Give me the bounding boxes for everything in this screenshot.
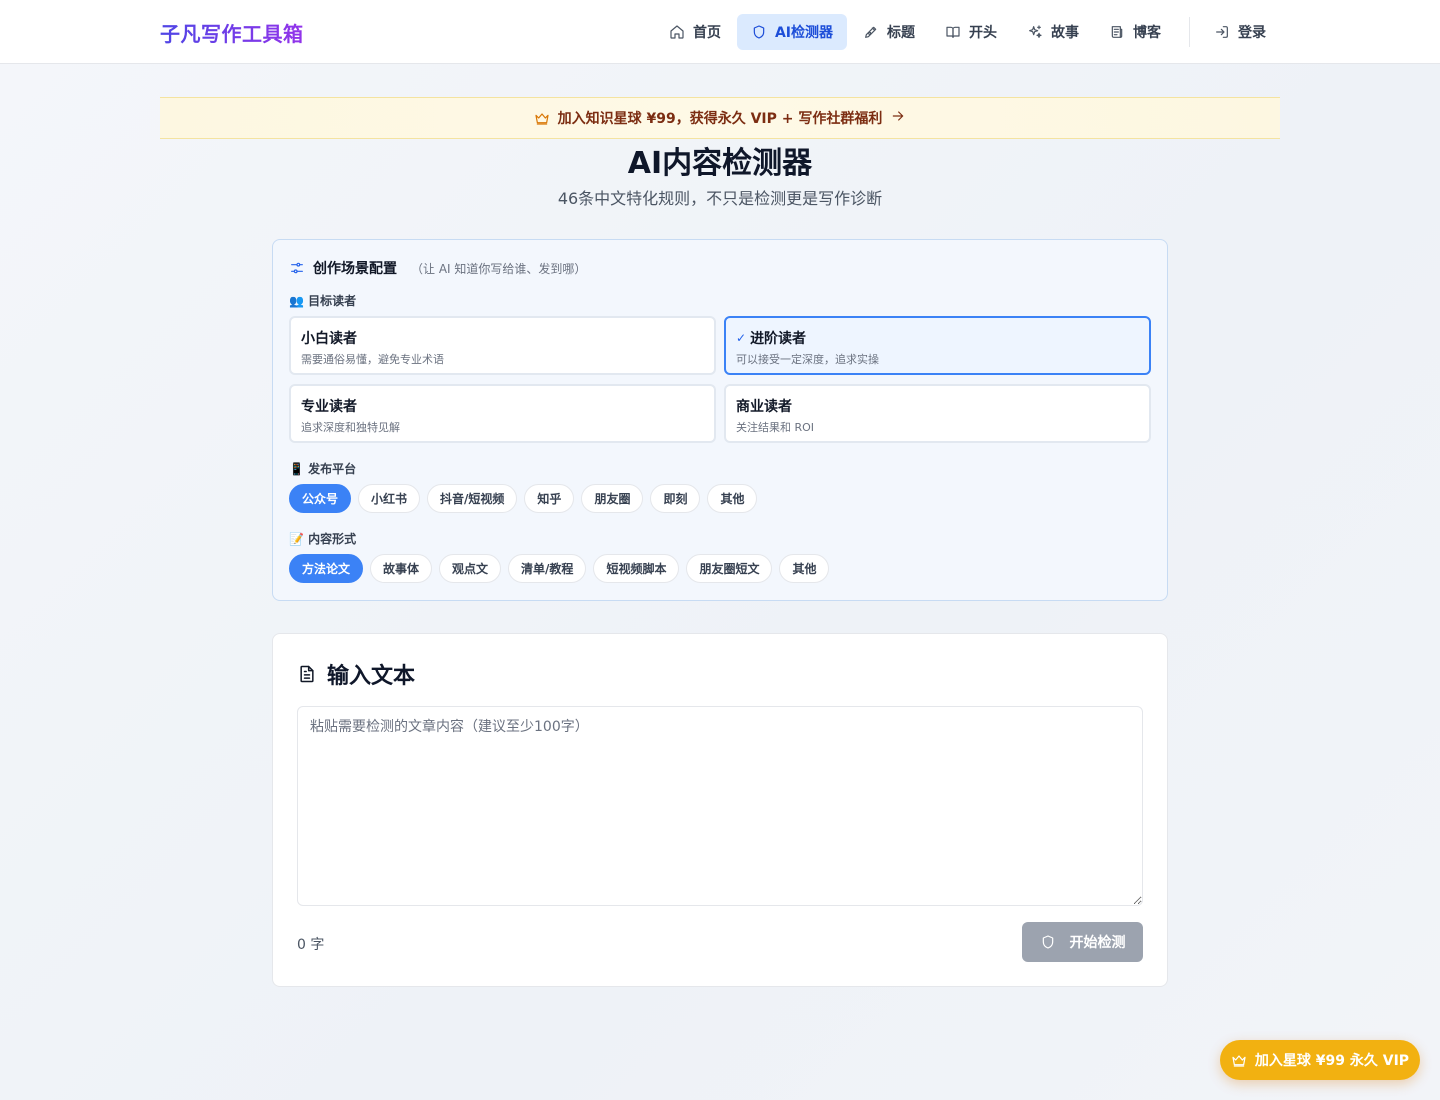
home-icon bbox=[670, 25, 684, 39]
input-header: 输入文本 bbox=[297, 658, 415, 690]
brand-logo[interactable]: 子凡写作工具箱 bbox=[160, 18, 304, 47]
shield-icon bbox=[753, 25, 765, 39]
nav-item-ai-detector[interactable]: AI检测器 bbox=[736, 14, 847, 50]
top-navbar: 子凡写作工具箱 首页 AI检测器 标题 开头 故事 博客 登录 bbox=[0, 0, 1440, 64]
nav-item-label: 开头 bbox=[969, 25, 997, 41]
check-icon: ✓ bbox=[736, 331, 747, 345]
reader-desc: 可以接受一定深度，追求实操 bbox=[736, 353, 879, 366]
nav-divider bbox=[1189, 17, 1190, 47]
article-textarea[interactable] bbox=[297, 706, 1143, 906]
file-text-icon bbox=[300, 665, 314, 683]
format-chip[interactable]: 清单/教程 bbox=[508, 554, 587, 583]
nav-item-label: 标题 bbox=[887, 25, 915, 41]
text-input-card: 输入文本 0 字 开始检测 bbox=[272, 633, 1168, 987]
login-label: 登录 bbox=[1238, 25, 1266, 41]
reader-name: 专业读者 bbox=[301, 399, 357, 415]
nav-item-story[interactable]: 故事 bbox=[1013, 14, 1093, 50]
reader-name: 小白读者 bbox=[301, 331, 357, 347]
format-chip[interactable]: 其他 bbox=[779, 554, 830, 583]
platform-chip[interactable]: 知乎 bbox=[524, 484, 575, 513]
nav-item-label: AI检测器 bbox=[774, 25, 833, 41]
readers-label: 👥 目标读者 bbox=[289, 294, 357, 308]
login-button[interactable]: 登录 bbox=[1200, 14, 1280, 50]
platform-chip[interactable]: 其他 bbox=[707, 484, 758, 513]
start-detect-label: 开始检测 bbox=[1069, 935, 1126, 951]
reader-name: 商业读者 bbox=[736, 399, 792, 415]
nav-item-blog[interactable]: 博客 bbox=[1095, 14, 1175, 50]
main-nav: 首页 AI检测器 标题 开头 故事 博客 登录 bbox=[653, 14, 1280, 50]
nav-item-home[interactable]: 首页 bbox=[655, 14, 735, 50]
platform-chip[interactable]: 即刻 bbox=[650, 484, 701, 513]
platform-chip[interactable]: 小红书 bbox=[358, 484, 421, 513]
nav-item-title[interactable]: 标题 bbox=[849, 14, 929, 50]
format-options: 方法论文 故事体 观点文 清单/教程 短视频脚本 朋友圈短文 其他 bbox=[289, 554, 830, 583]
reader-desc: 关注结果和 ROI bbox=[736, 421, 815, 434]
config-title: 创作场景配置 bbox=[313, 261, 397, 277]
nav-item-label: 首页 bbox=[692, 25, 721, 41]
format-chip[interactable]: 观点文 bbox=[439, 554, 502, 583]
start-detect-button[interactable]: 开始检测 bbox=[1022, 922, 1143, 962]
platform-chip[interactable]: 朋友圈 bbox=[581, 484, 644, 513]
format-chip[interactable]: 短视频脚本 bbox=[593, 554, 680, 583]
nav-item-label: 博客 bbox=[1133, 25, 1161, 41]
platform-options: 公众号 小红书 抖音/短视频 知乎 朋友圈 即刻 其他 bbox=[289, 484, 758, 513]
platform-label: 📱 发布平台 bbox=[289, 462, 357, 476]
vip-button-label: 加入星球 ¥99 永久 VIP bbox=[1254, 1053, 1410, 1069]
platform-chip[interactable]: 抖音/短视频 bbox=[427, 484, 518, 513]
newspaper-icon bbox=[1111, 26, 1123, 38]
reader-desc: 追求深度和独特见解 bbox=[301, 421, 400, 434]
nav-item-opening[interactable]: 开头 bbox=[931, 14, 1011, 50]
input-title: 输入文本 bbox=[327, 664, 416, 689]
book-icon bbox=[946, 26, 960, 38]
reader-option-beginner[interactable]: 小白读者 需要通俗易懂，避免专业术语 bbox=[289, 316, 716, 375]
config-hint: （让 AI 知道你写给谁、发到哪） bbox=[411, 261, 587, 276]
sliders-icon bbox=[291, 262, 303, 274]
format-chip[interactable]: 朋友圈短文 bbox=[686, 554, 773, 583]
page-subtitle: 46条中文特化规则，不只是检测更是写作诊断 bbox=[557, 189, 883, 208]
shield-icon bbox=[1042, 935, 1053, 949]
vip-floating-button[interactable]: 加入星球 ¥99 永久 VIP bbox=[1220, 1040, 1420, 1080]
pen-icon bbox=[865, 26, 877, 38]
reader-option-professional[interactable]: 专业读者 追求深度和独特见解 bbox=[289, 384, 716, 443]
reader-name: 进阶读者 bbox=[750, 331, 807, 347]
format-label: 📝 内容形式 bbox=[289, 532, 357, 546]
config-header: 创作场景配置 （让 AI 知道你写给谁、发到哪） bbox=[289, 258, 586, 278]
sparkles-icon bbox=[1029, 25, 1042, 38]
login-icon bbox=[1216, 26, 1228, 38]
reader-name-row: ✓ 进阶读者 bbox=[736, 328, 1139, 348]
scenario-config-card: 创作场景配置 （让 AI 知道你写给谁、发到哪） 👥 目标读者 小白读者 需要通… bbox=[272, 239, 1168, 601]
page-title: AI内容检测器 bbox=[627, 146, 813, 181]
reader-option-business[interactable]: 商业读者 关注结果和 ROI bbox=[724, 384, 1151, 443]
crown-icon bbox=[1232, 1055, 1246, 1067]
format-chip[interactable]: 方法论文 bbox=[289, 554, 364, 583]
format-chip[interactable]: 故事体 bbox=[370, 554, 433, 583]
promo-text: 加入知识星球 ¥99，获得永久 VIP + 写作社群福利 bbox=[557, 111, 883, 127]
arrow-right-icon bbox=[890, 108, 906, 128]
promo-banner[interactable]: 加入知识星球 ¥99，获得永久 VIP + 写作社群福利 bbox=[160, 97, 1280, 139]
reader-desc: 需要通俗易懂，避免专业术语 bbox=[301, 353, 444, 366]
crown-icon bbox=[535, 113, 549, 125]
char-counter: 0 字 bbox=[297, 937, 325, 953]
reader-option-advanced[interactable]: ✓ 进阶读者 可以接受一定深度，追求实操 bbox=[724, 316, 1151, 375]
nav-item-label: 故事 bbox=[1051, 25, 1079, 41]
platform-chip[interactable]: 公众号 bbox=[289, 484, 352, 513]
